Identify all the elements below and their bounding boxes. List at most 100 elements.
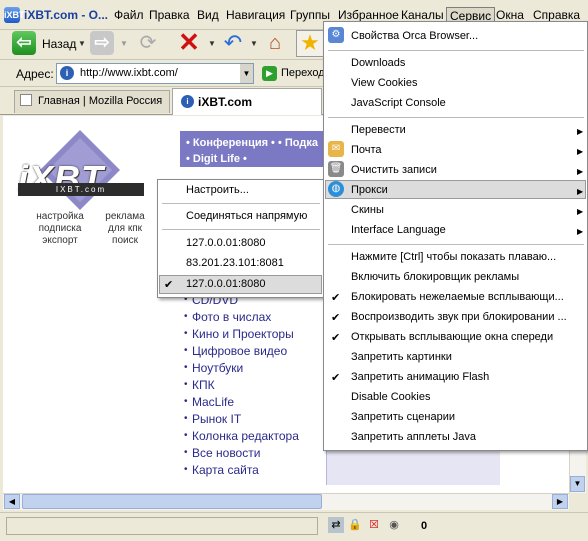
menu-file[interactable]: Файл (111, 7, 147, 25)
forward-arrow-icon[interactable]: ⇨ (90, 31, 114, 55)
nav-link[interactable]: КПК (192, 378, 215, 392)
scroll-right-icon[interactable]: ▶ (552, 494, 568, 509)
address-label: Адрес: (16, 67, 54, 81)
nav-link[interactable]: Все новости (192, 446, 260, 460)
menu-item-orca-properties[interactable]: Свойства Orca Browser... (351, 30, 478, 42)
menu-item-ctrl-float[interactable]: Нажмите [Ctrl] чтобы показать плаваю... (351, 251, 556, 263)
left-link-subscribe[interactable]: подписка (28, 223, 92, 235)
favorites-star-icon[interactable]: ★ (296, 30, 324, 57)
popup-blocked-icon[interactable]: ☒ (366, 517, 382, 533)
address-value[interactable]: http://www.ixbt.com/ (80, 67, 178, 79)
go-arrow-icon[interactable]: ▶ (262, 66, 277, 81)
scroll-corner (569, 493, 586, 510)
menu-separator (328, 50, 584, 51)
stop-icon[interactable]: ✕ (176, 29, 202, 55)
lock-icon[interactable]: 🔒 (347, 517, 363, 533)
menu-item-view-cookies[interactable]: View Cookies (351, 77, 417, 89)
menu-item-downloads[interactable]: Downloads (351, 57, 405, 69)
nav-link[interactable]: Карта сайта (192, 463, 259, 477)
left-link-settings[interactable]: настройка (28, 211, 92, 223)
network-icon[interactable]: ⇄ (328, 517, 344, 533)
left-link-search[interactable]: поиск (100, 235, 150, 247)
nav-bullet: • (184, 447, 188, 458)
menu-item-js-console[interactable]: JavaScript Console (351, 97, 446, 109)
nav-link[interactable]: Рынок IT (192, 412, 241, 426)
menu-navigation[interactable]: Навигация (223, 7, 288, 25)
menu-item-disable-flash[interactable]: Запретить анимацию Flash (351, 371, 489, 383)
nav-link[interactable]: Фото в числах (192, 310, 271, 324)
scrollbar-thumb[interactable] (22, 494, 322, 509)
reload-icon[interactable]: ⟳ (136, 31, 160, 55)
left-link-pda[interactable]: для кпк (100, 223, 150, 235)
undo-dropdown-icon[interactable]: ▼ (250, 39, 258, 48)
back-arrow-icon[interactable]: ⇦ (12, 31, 36, 55)
menu-item-clear-records[interactable]: Очистить записи (351, 164, 437, 176)
app-logo-icon: iXBT (4, 7, 25, 23)
nav-link[interactable]: MacLife (192, 395, 234, 409)
scroll-down-icon[interactable]: ▼ (570, 476, 585, 492)
left-link-advert[interactable]: реклама (100, 211, 150, 223)
menu-edit[interactable]: Правка (146, 7, 193, 25)
submenu-arrow-icon: ▶ (577, 167, 584, 176)
check-icon: ✔ (331, 372, 341, 384)
trash-icon: 🗑 (328, 161, 344, 177)
submenu-arrow-icon: ▶ (577, 187, 584, 196)
nav-bullet: • (184, 362, 188, 373)
home-icon[interactable]: ⌂ (262, 30, 288, 56)
left-link-export[interactable]: экспорт (28, 235, 92, 247)
nav-bullet: • (184, 430, 188, 441)
undo-icon[interactable]: ↶ (220, 30, 246, 56)
menu-item-disable-java[interactable]: Запретить апплеты Java (351, 431, 476, 443)
menu-item-mail[interactable]: Почта (351, 144, 382, 156)
globe-icon: ◍ (328, 181, 344, 197)
scroll-left-icon[interactable]: ◀ (4, 494, 20, 509)
nav-link[interactable]: Кино и Проекторы (192, 327, 294, 341)
ixbt-logo-bar: IXBT.com (18, 183, 144, 196)
nav-bullet: • (184, 413, 188, 424)
nav-link[interactable]: Колонка редактора (192, 429, 299, 443)
menu-separator (328, 117, 584, 118)
proxy-configure-item[interactable]: Настроить... (186, 184, 249, 196)
menu-item-play-sound[interactable]: Воспроизводить звук при блокировании ... (351, 311, 567, 323)
window-title: iXBT.com - O... (24, 8, 109, 22)
proxy-server-item[interactable]: 127.0.0.01:8080 (186, 237, 266, 249)
nav-bullet: • (184, 379, 188, 390)
forward-dropdown-icon[interactable]: ▼ (120, 39, 128, 48)
submenu-arrow-icon: ▶ (577, 227, 584, 236)
go-button-label[interactable]: Переход (281, 67, 325, 79)
nav-header-line[interactable]: • Конференция • • Подка (186, 135, 318, 151)
menu-item-disable-scripts[interactable]: Запретить сценарии (351, 411, 455, 423)
menu-item-block-popups[interactable]: Блокировать нежелаемые всплывающи... (351, 291, 564, 303)
tab-label[interactable]: Главная | Mozilla Россия (38, 95, 162, 107)
menu-item-skins[interactable]: Скины (351, 204, 384, 216)
menu-separator (328, 244, 584, 245)
back-button-label[interactable]: Назад (42, 37, 76, 51)
sound-icon[interactable]: ◉ (386, 517, 402, 533)
nav-link[interactable]: Ноутбуки (192, 361, 243, 375)
menu-item-disable-cookies[interactable]: Disable Cookies (351, 391, 430, 403)
nav-header-line[interactable]: • Digit Life • (186, 151, 318, 167)
submenu-arrow-icon: ▶ (577, 127, 584, 136)
proxy-direct-item[interactable]: Соединяться напрямую (186, 210, 307, 222)
page-icon (20, 94, 32, 106)
orca-properties-icon: ⚙ (328, 27, 344, 43)
menu-item-translate[interactable]: Перевести (351, 124, 406, 136)
submenu-arrow-icon: ▶ (577, 147, 584, 156)
nav-header-links[interactable]: • Конференция • • Подка • Digit Life • (186, 135, 318, 167)
check-icon: ✔ (164, 279, 174, 291)
status-text (6, 517, 318, 535)
menu-item-ad-blocker[interactable]: Включить блокировщик рекламы (351, 271, 519, 283)
proxy-server-item-selected[interactable]: 127.0.0.01:8080 (186, 278, 266, 290)
tab-label[interactable]: iXBT.com (198, 95, 252, 109)
menu-view[interactable]: Вид (194, 7, 222, 25)
menu-item-interface-language[interactable]: Interface Language (351, 224, 446, 236)
back-dropdown-icon[interactable]: ▼ (78, 39, 86, 48)
menu-item-disable-images[interactable]: Запретить картинки (351, 351, 452, 363)
stop-dropdown-icon[interactable]: ▼ (208, 39, 216, 48)
address-dropdown-icon[interactable]: ▼ (240, 64, 253, 83)
menu-item-proxy[interactable]: Прокси (351, 184, 388, 196)
nav-bullet: • (184, 464, 188, 475)
menu-item-popups-front[interactable]: Открывать всплывающие окна спереди (351, 331, 553, 343)
proxy-server-item[interactable]: 83.201.23.101:8081 (186, 257, 284, 269)
nav-link[interactable]: Цифровое видео (192, 344, 287, 358)
